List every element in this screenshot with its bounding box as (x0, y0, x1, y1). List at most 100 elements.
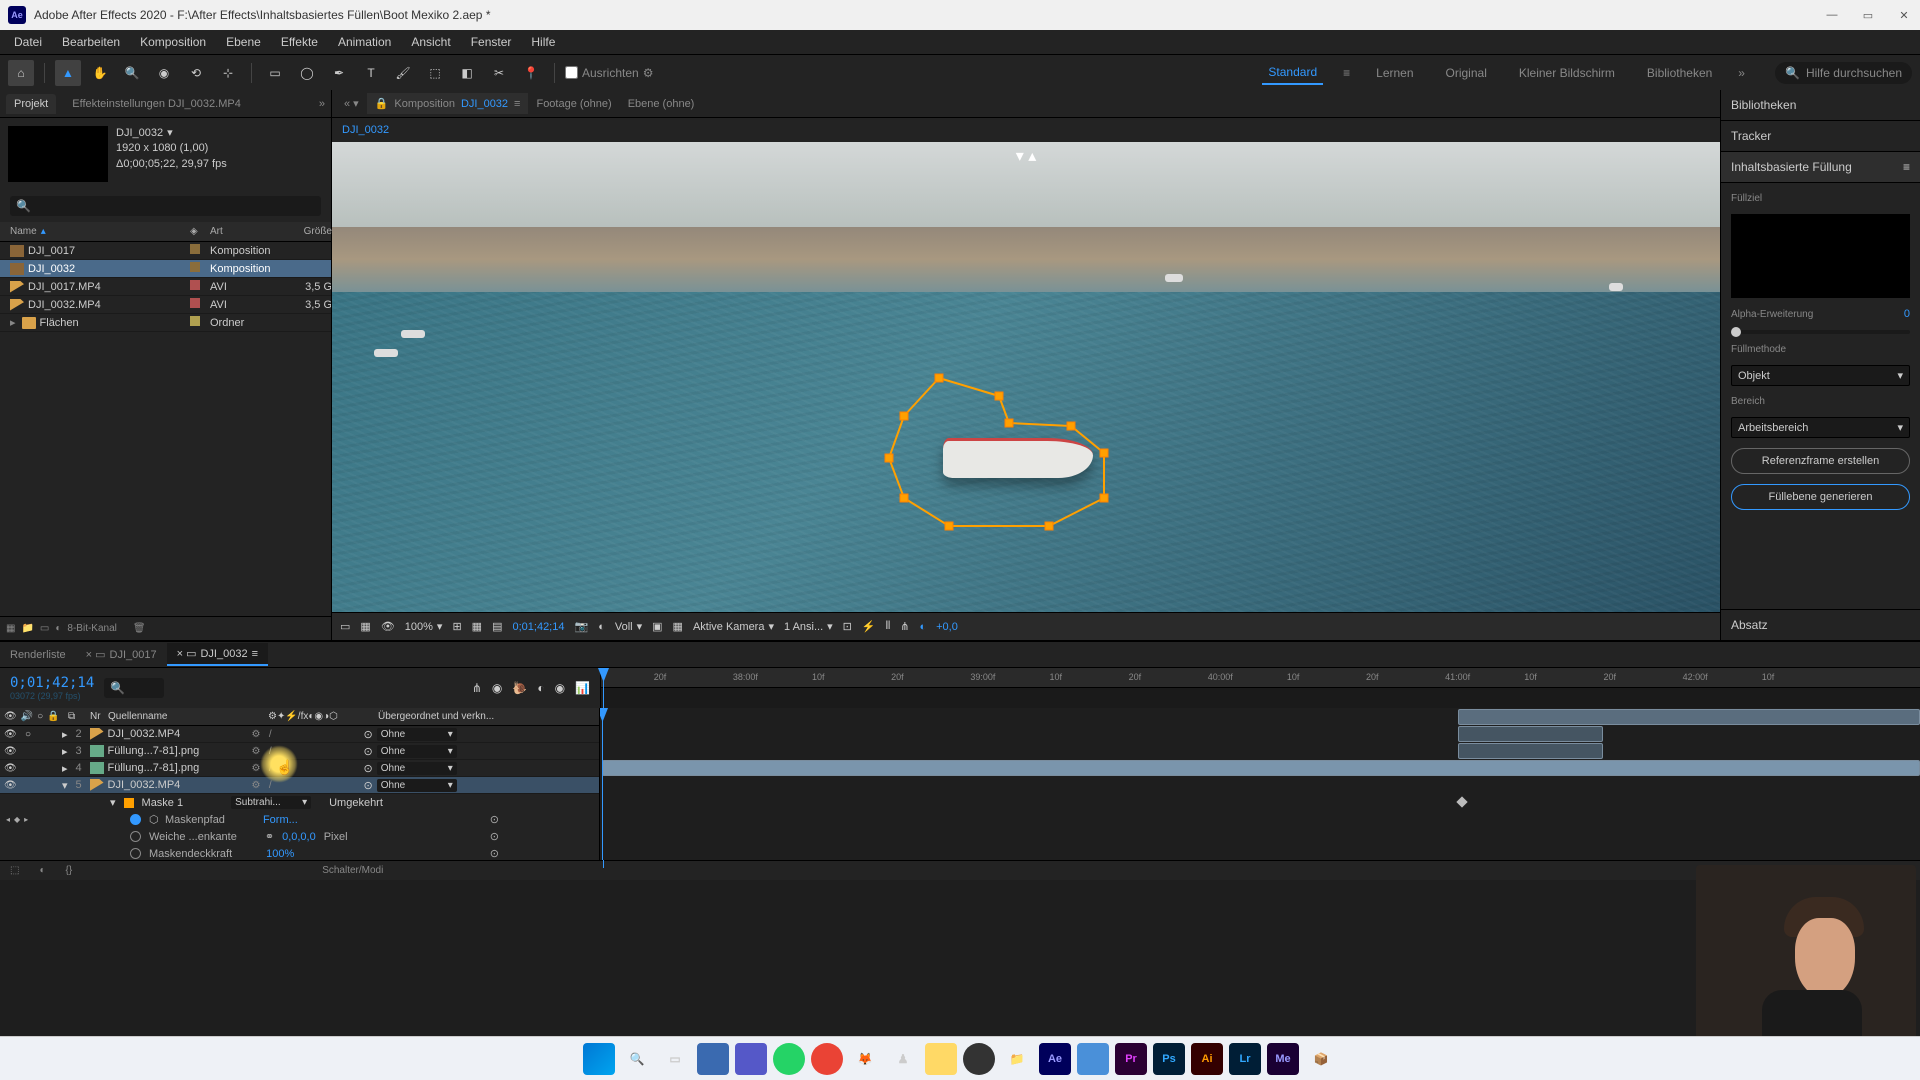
project-tab[interactable]: Projekt (6, 94, 56, 114)
timeline-tab[interactable]: × ▭ DJI_0032 ≡ (167, 643, 268, 666)
menu-animation[interactable]: Animation (330, 33, 399, 51)
layer-bar[interactable] (1458, 743, 1603, 759)
workspace-libraries[interactable]: Bibliotheken (1641, 62, 1718, 84)
current-timecode[interactable]: 0;01;42;14 (10, 675, 94, 691)
mask-invert-label[interactable]: Umgekehrt (329, 797, 383, 809)
mask-icon[interactable]: 👁 (381, 620, 395, 633)
taskbar-app-icon[interactable] (811, 1043, 843, 1075)
graph-icon[interactable]: 📊 (575, 681, 590, 695)
interpret-icon[interactable]: ▦ (6, 623, 15, 634)
parent-dropdown[interactable]: Ohne▾ (377, 745, 457, 758)
project-row[interactable]: ▸Flächen Ordner (0, 314, 331, 332)
time-ruler[interactable]: 20f 38:00f 10f 20f 39:00f 10f 20f 40:00f… (601, 668, 1920, 688)
channel-icon[interactable]: ▤ (492, 620, 502, 633)
menu-help[interactable]: Hilfe (523, 33, 563, 51)
grid-icon[interactable]: ▦ (472, 620, 482, 633)
fill-method-select[interactable]: Objekt▾ (1731, 365, 1910, 386)
range-select[interactable]: Arbeitsbereich▾ (1731, 417, 1910, 438)
menu-file[interactable]: Datei (6, 33, 50, 51)
render-queue-tab[interactable]: Renderliste (0, 645, 76, 665)
col-tag[interactable]: ◈ (190, 226, 210, 237)
camera-dropdown[interactable]: Aktive Kamera ▾ (693, 620, 774, 633)
project-search[interactable]: 🔍 (10, 196, 321, 216)
content-aware-fill-tab[interactable]: Inhaltsbasierte Füllung≡ (1721, 152, 1920, 183)
paragraph-panel-tab[interactable]: Absatz (1721, 609, 1920, 640)
libraries-panel-tab[interactable]: Bibliotheken (1721, 90, 1920, 121)
type-tool[interactable]: T (358, 60, 384, 86)
exposure-reset-icon[interactable]: ◐ (919, 621, 926, 633)
project-row[interactable]: DJI_0032.MP4 AVI 3,5 G (0, 296, 331, 314)
layer-bar[interactable] (1458, 709, 1920, 725)
taskbar-search-icon[interactable]: 🔍 (621, 1043, 653, 1075)
folder-icon[interactable]: 📁 (21, 623, 33, 634)
layer-bar[interactable] (1458, 726, 1603, 742)
trash-icon[interactable]: 🗑 (133, 623, 146, 634)
transparency-icon[interactable]: ▦ (360, 620, 370, 633)
workspace-standard[interactable]: Standard (1262, 61, 1323, 85)
menu-layer[interactable]: Ebene (218, 33, 269, 51)
maximize-button[interactable]: ▭ (1860, 7, 1876, 23)
task-view-icon[interactable]: ▭ (659, 1043, 691, 1075)
mask-feather-property[interactable]: Weiche ...enkante ⚭ 0,0,0,0 Pixel ⊙ (0, 828, 599, 845)
toggle-switches-icon[interactable]: ⬚ (10, 865, 19, 876)
menu-view[interactable]: Ansicht (403, 33, 458, 51)
layer-row[interactable]: 👁▸3Füllung...7-81].png⚙ /⊙Ohne▾ (0, 743, 599, 760)
taskbar-app-icon[interactable] (697, 1043, 729, 1075)
brush-tool[interactable]: 🖌 (390, 60, 416, 86)
layer-row[interactable]: 👁▾5DJI_0032.MP4⚙ /⊙Ohne▾ (0, 777, 599, 794)
start-button[interactable] (583, 1043, 615, 1075)
stopwatch-icon[interactable] (130, 848, 141, 859)
frameblend-icon[interactable]: ◐ (537, 681, 544, 695)
shy-icon[interactable]: 🐌 (512, 681, 527, 695)
home-icon[interactable]: ⌂ (8, 60, 34, 86)
resolution-dropdown[interactable]: Voll ▾ (615, 620, 642, 633)
minimize-button[interactable]: — (1824, 7, 1840, 23)
panel-more-icon[interactable]: » (319, 98, 325, 110)
mask-feather-value[interactable]: 0,0,0,0 (282, 831, 316, 843)
layer-tab[interactable]: Ebene (ohne) (620, 94, 703, 114)
comp-icon[interactable]: ▭ (40, 623, 49, 634)
footage-tab[interactable]: Footage (ohne) (528, 94, 619, 114)
keyframe-nav[interactable]: ◂◆▸ (6, 815, 28, 824)
roi-icon[interactable]: ▣ (652, 620, 662, 633)
alpha-expansion-value[interactable]: 0 (1904, 308, 1910, 320)
snap-checkbox[interactable] (565, 66, 578, 79)
parent-dropdown[interactable]: Ohne▾ (377, 728, 457, 741)
mask-path-property[interactable]: ◂◆▸ ⬡ Maskenpfad Form... ⊙ (0, 811, 599, 828)
breadcrumb-item[interactable]: DJI_0032 (342, 124, 389, 136)
menu-composition[interactable]: Komposition (132, 33, 214, 51)
panel-menu-icon[interactable]: ≡ (1903, 160, 1910, 174)
comp-flowchart-icon[interactable]: ⋔ (472, 681, 482, 695)
workspace-more-icon[interactable]: » (1738, 66, 1745, 80)
after-effects-taskbar-icon[interactable]: Ae (1039, 1043, 1071, 1075)
anchor-tool[interactable]: ⊹ (215, 60, 241, 86)
mask-path-value[interactable]: Form... (263, 814, 298, 826)
toggle-brackets-icon[interactable]: {} (66, 865, 73, 876)
switches-modes-toggle[interactable]: Schalter/Modi (322, 865, 383, 876)
premiere-taskbar-icon[interactable]: Pr (1115, 1043, 1147, 1075)
menu-effects[interactable]: Effekte (273, 33, 326, 51)
roto-tool[interactable]: ✂ (486, 60, 512, 86)
timeline-tracks[interactable] (600, 708, 1920, 860)
bpc-label[interactable]: 8-Bit-Kanal (67, 623, 116, 634)
composition-viewer[interactable]: ▾ ▴ (332, 142, 1720, 612)
menu-edit[interactable]: Bearbeiten (54, 33, 128, 51)
tracker-panel-tab[interactable]: Tracker (1721, 121, 1920, 152)
close-button[interactable]: ✕ (1896, 7, 1912, 23)
comp-nav-icon[interactable]: « ▾ (336, 93, 367, 114)
pixel-aspect-icon[interactable]: ⊡ (843, 620, 852, 633)
whatsapp-icon[interactable] (773, 1043, 805, 1075)
col-type[interactable]: Art (210, 226, 282, 237)
generate-fill-layer-button[interactable]: Füllebene generieren (1731, 484, 1910, 510)
mask-path-overlay[interactable] (859, 368, 1149, 568)
parent-dropdown[interactable]: Ohne▾ (377, 779, 457, 792)
flowchart-icon[interactable]: ⋔ (900, 620, 909, 633)
keyframe-icon[interactable] (1456, 796, 1467, 807)
parent-dropdown[interactable]: Ohne▾ (377, 762, 457, 775)
viewer-timecode[interactable]: 0;01;42;14 (512, 621, 564, 633)
safe-zones-icon[interactable]: ⊞ (452, 620, 461, 633)
mask-row[interactable]: ▾ Maske 1 Subtrahi...▾ Umgekehrt (0, 794, 599, 811)
always-preview-icon[interactable]: ▭ (340, 620, 350, 633)
taskbar-app-icon[interactable] (735, 1043, 767, 1075)
media-encoder-taskbar-icon[interactable]: Me (1267, 1043, 1299, 1075)
